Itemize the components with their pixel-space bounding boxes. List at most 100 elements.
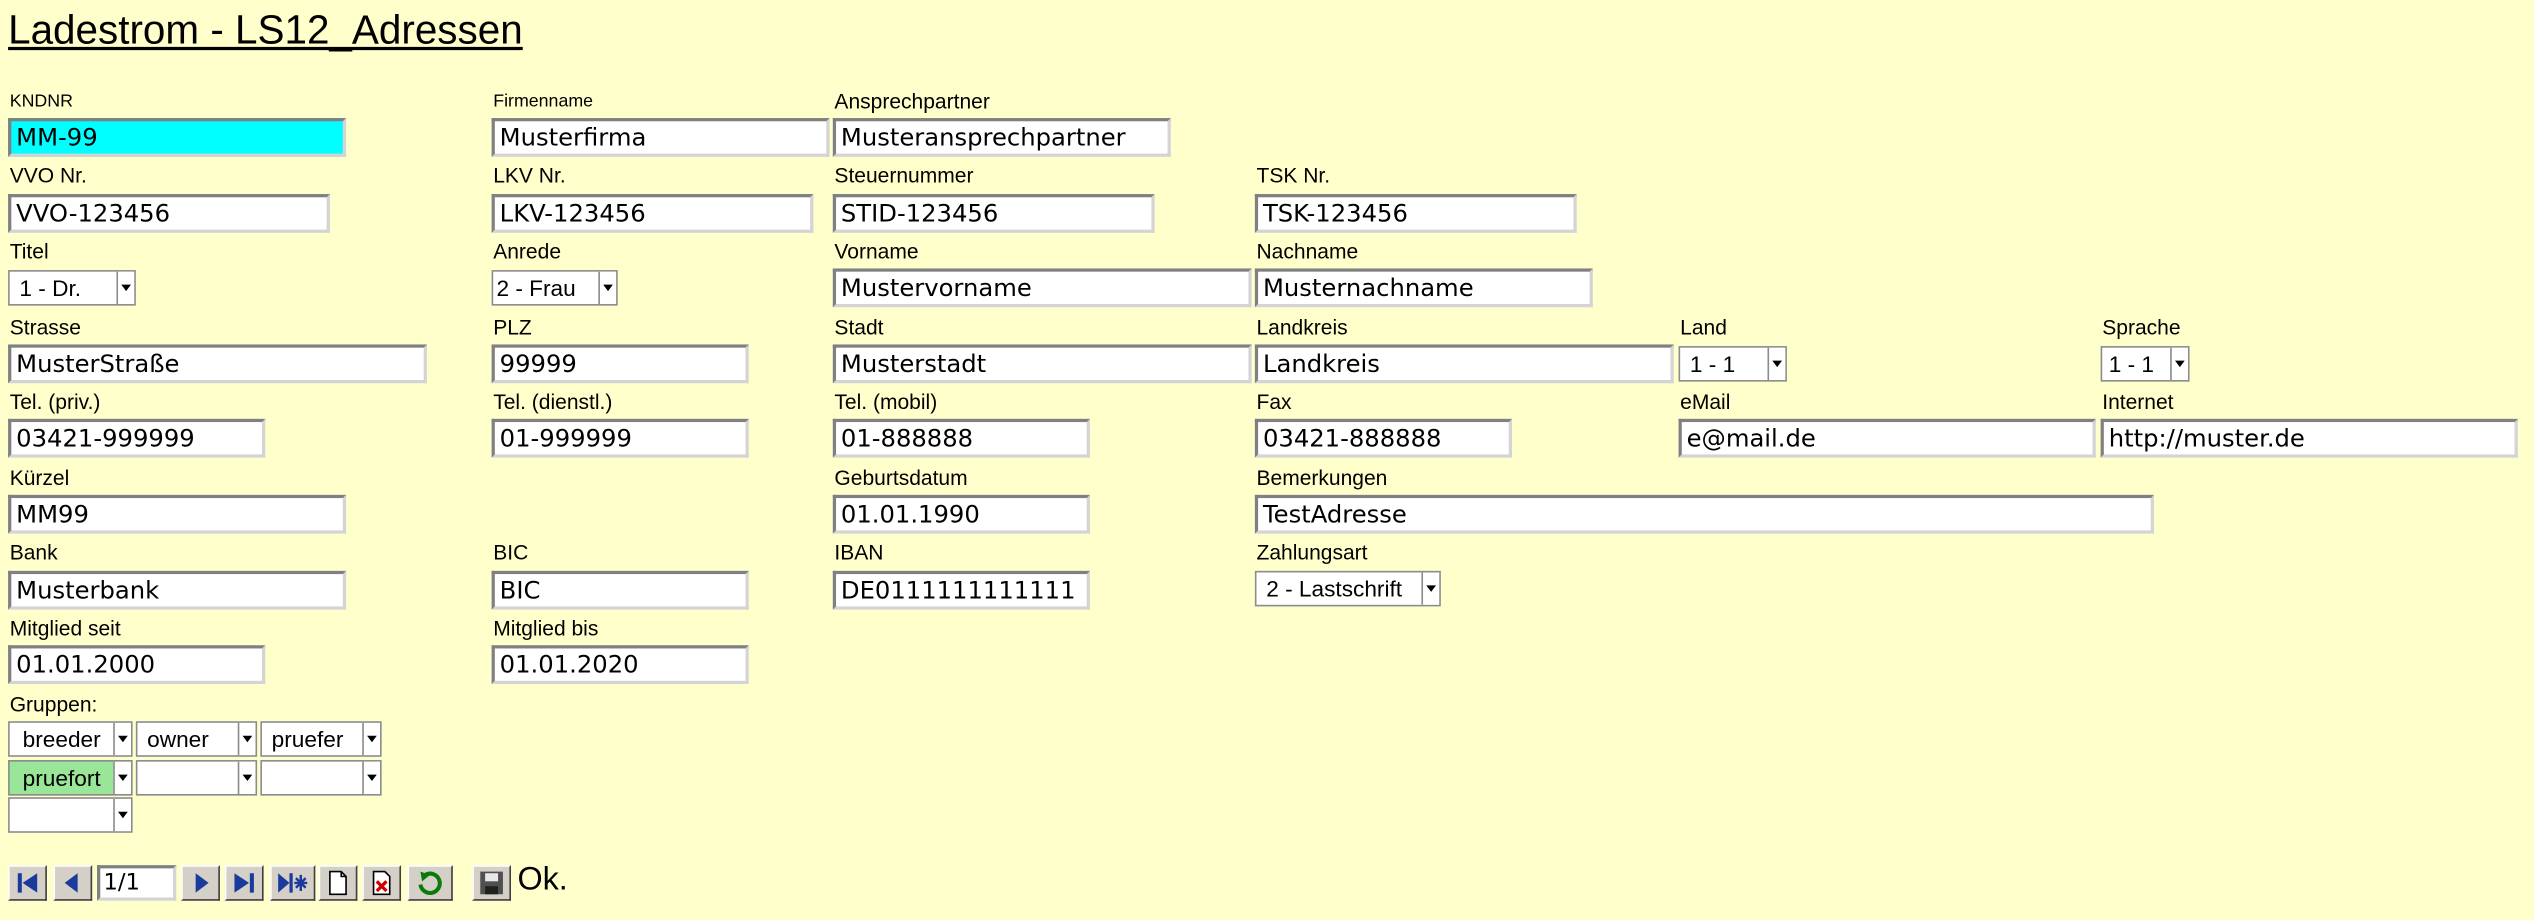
kndnr-field[interactable]: MM-99: [8, 118, 347, 157]
titel-select[interactable]: 1 - Dr.: [8, 270, 136, 306]
chevron-down-icon[interactable]: [113, 798, 131, 832]
next-record-button[interactable]: [181, 865, 220, 901]
geburtsdatum-label: Geburtsdatum: [834, 465, 968, 490]
delete-record-button[interactable]: [362, 865, 402, 901]
strasse-label: Strasse: [9, 315, 81, 340]
plz-field[interactable]: 99999: [491, 344, 749, 384]
save-button[interactable]: [472, 865, 512, 901]
chevron-down-icon[interactable]: [113, 722, 131, 756]
anrede-value: 2 - Frau: [496, 274, 576, 301]
blank-document-icon: [329, 870, 347, 896]
landkreis-field[interactable]: Landkreis: [1254, 344, 1674, 384]
delete-record-icon: [372, 870, 391, 896]
bic-label: BIC: [493, 540, 529, 565]
gruppen-select-7[interactable]: [8, 797, 133, 833]
iban-field[interactable]: DE0111111111111: [832, 570, 1090, 610]
status-text: Ok.: [517, 861, 568, 898]
fax-label: Fax: [1256, 389, 1292, 414]
tsk-label: TSK Nr.: [1256, 163, 1331, 188]
last-record-button[interactable]: [224, 865, 264, 901]
land-value: 1 - 1: [1689, 350, 1736, 377]
record-indicator[interactable]: 1/1: [97, 865, 177, 901]
mitglied-bis-label: Mitglied bis: [493, 616, 599, 641]
first-record-icon: [17, 873, 38, 893]
firmenname-field[interactable]: Musterfirma: [491, 118, 830, 157]
gruppen-select-2[interactable]: owner: [135, 721, 258, 757]
tel-priv-field[interactable]: 03421-999999: [8, 418, 266, 458]
chevron-down-icon[interactable]: [362, 722, 381, 756]
kuerzel-field[interactable]: MM99: [8, 494, 347, 534]
anrede-select[interactable]: 2 - Frau: [491, 270, 618, 306]
previous-record-icon: [64, 873, 78, 893]
gruppen-value-7: [10, 799, 113, 831]
land-select[interactable]: 1 - 1: [1678, 346, 1787, 382]
new-record-button[interactable]: [270, 865, 316, 901]
zahlungsart-value: 2 - Lastschrift: [1266, 575, 1403, 602]
gruppen-select-3[interactable]: pruefer: [260, 721, 382, 757]
gruppen-value-5: [137, 762, 237, 794]
chevron-down-icon[interactable]: [362, 761, 381, 794]
nachname-field[interactable]: Musternachname: [1254, 268, 1593, 308]
vorname-field[interactable]: Mustervorname: [832, 268, 1252, 308]
tel-dienstl-label: Tel. (dienstl.): [493, 389, 613, 414]
gruppen-select-4[interactable]: pruefort: [8, 760, 133, 796]
stadt-label: Stadt: [834, 315, 884, 340]
bemerkungen-field[interactable]: TestAdresse: [1254, 494, 2154, 534]
internet-field[interactable]: http://muster.de: [2100, 418, 2518, 458]
blank-document-button[interactable]: [318, 865, 358, 901]
kuerzel-label: Kürzel: [9, 465, 70, 490]
refresh-button[interactable]: [407, 865, 453, 901]
gruppen-value-4: pruefort: [22, 764, 101, 791]
zahlungsart-select[interactable]: 2 - Lastschrift: [1254, 570, 1441, 607]
chevron-down-icon[interactable]: [2170, 347, 2188, 381]
sprache-select[interactable]: 1 - 1: [2100, 346, 2190, 382]
chevron-down-icon[interactable]: [1767, 347, 1786, 381]
lkv-field[interactable]: LKV-123456: [491, 194, 814, 233]
ansprechpartner-label: Ansprechpartner: [834, 88, 990, 114]
tel-mobil-field[interactable]: 01-888888: [832, 418, 1090, 458]
lkv-label: LKV Nr.: [493, 163, 566, 188]
tel-priv-label: Tel. (priv.): [9, 389, 101, 414]
mitglied-seit-label: Mitglied seit: [9, 616, 121, 641]
gruppen-select-1[interactable]: breeder: [8, 721, 133, 757]
email-label: eMail: [1680, 389, 1731, 414]
chevron-down-icon[interactable]: [1421, 572, 1440, 605]
bic-field[interactable]: BIC: [491, 570, 749, 610]
vvo-label: VVO Nr.: [9, 163, 87, 188]
mitglied-bis-field[interactable]: 01.01.2020: [491, 645, 749, 685]
fax-field[interactable]: 03421-888888: [1254, 418, 1512, 458]
strasse-field[interactable]: MusterStraße: [8, 344, 427, 384]
bank-field[interactable]: Musterbank: [8, 570, 347, 610]
first-record-button[interactable]: [8, 865, 47, 901]
gruppen-select-6[interactable]: [260, 760, 382, 796]
gruppen-select-5[interactable]: [135, 760, 258, 796]
gruppen-value-6: [262, 762, 362, 794]
sprache-label: Sprache: [2102, 315, 2181, 340]
save-icon: [480, 871, 503, 895]
tsk-field[interactable]: TSK-123456: [1254, 194, 1577, 233]
tel-dienstl-field[interactable]: 01-999999: [491, 418, 749, 458]
ansprechpartner-field[interactable]: Musteransprechpartner: [832, 118, 1171, 157]
gruppen-value-2: owner: [147, 726, 209, 752]
steuernummer-field[interactable]: STID-123456: [832, 194, 1155, 233]
chevron-down-icon[interactable]: [116, 271, 135, 305]
vvo-field[interactable]: VVO-123456: [8, 194, 330, 233]
sprache-value: 1 - 1: [2108, 350, 2155, 377]
mitglied-seit-field[interactable]: 01.01.2000: [8, 645, 266, 685]
steuernummer-label: Steuernummer: [834, 163, 974, 188]
last-record-icon: [234, 873, 254, 893]
page-title: Ladestrom - LS12_Adressen: [8, 8, 523, 54]
chevron-down-icon[interactable]: [113, 761, 131, 794]
refresh-icon: [418, 871, 442, 895]
stadt-field[interactable]: Musterstadt: [832, 344, 1252, 384]
geburtsdatum-field[interactable]: 01.01.1990: [832, 494, 1090, 534]
chevron-down-icon[interactable]: [598, 271, 617, 305]
email-field[interactable]: e@mail.de: [1678, 418, 2096, 458]
chevron-down-icon[interactable]: [237, 722, 256, 756]
land-label: Land: [1680, 315, 1727, 340]
new-record-icon: [278, 873, 308, 893]
iban-label: IBAN: [834, 540, 884, 565]
previous-record-button[interactable]: [53, 865, 93, 901]
tel-mobil-label: Tel. (mobil): [834, 389, 938, 414]
chevron-down-icon[interactable]: [237, 761, 256, 794]
